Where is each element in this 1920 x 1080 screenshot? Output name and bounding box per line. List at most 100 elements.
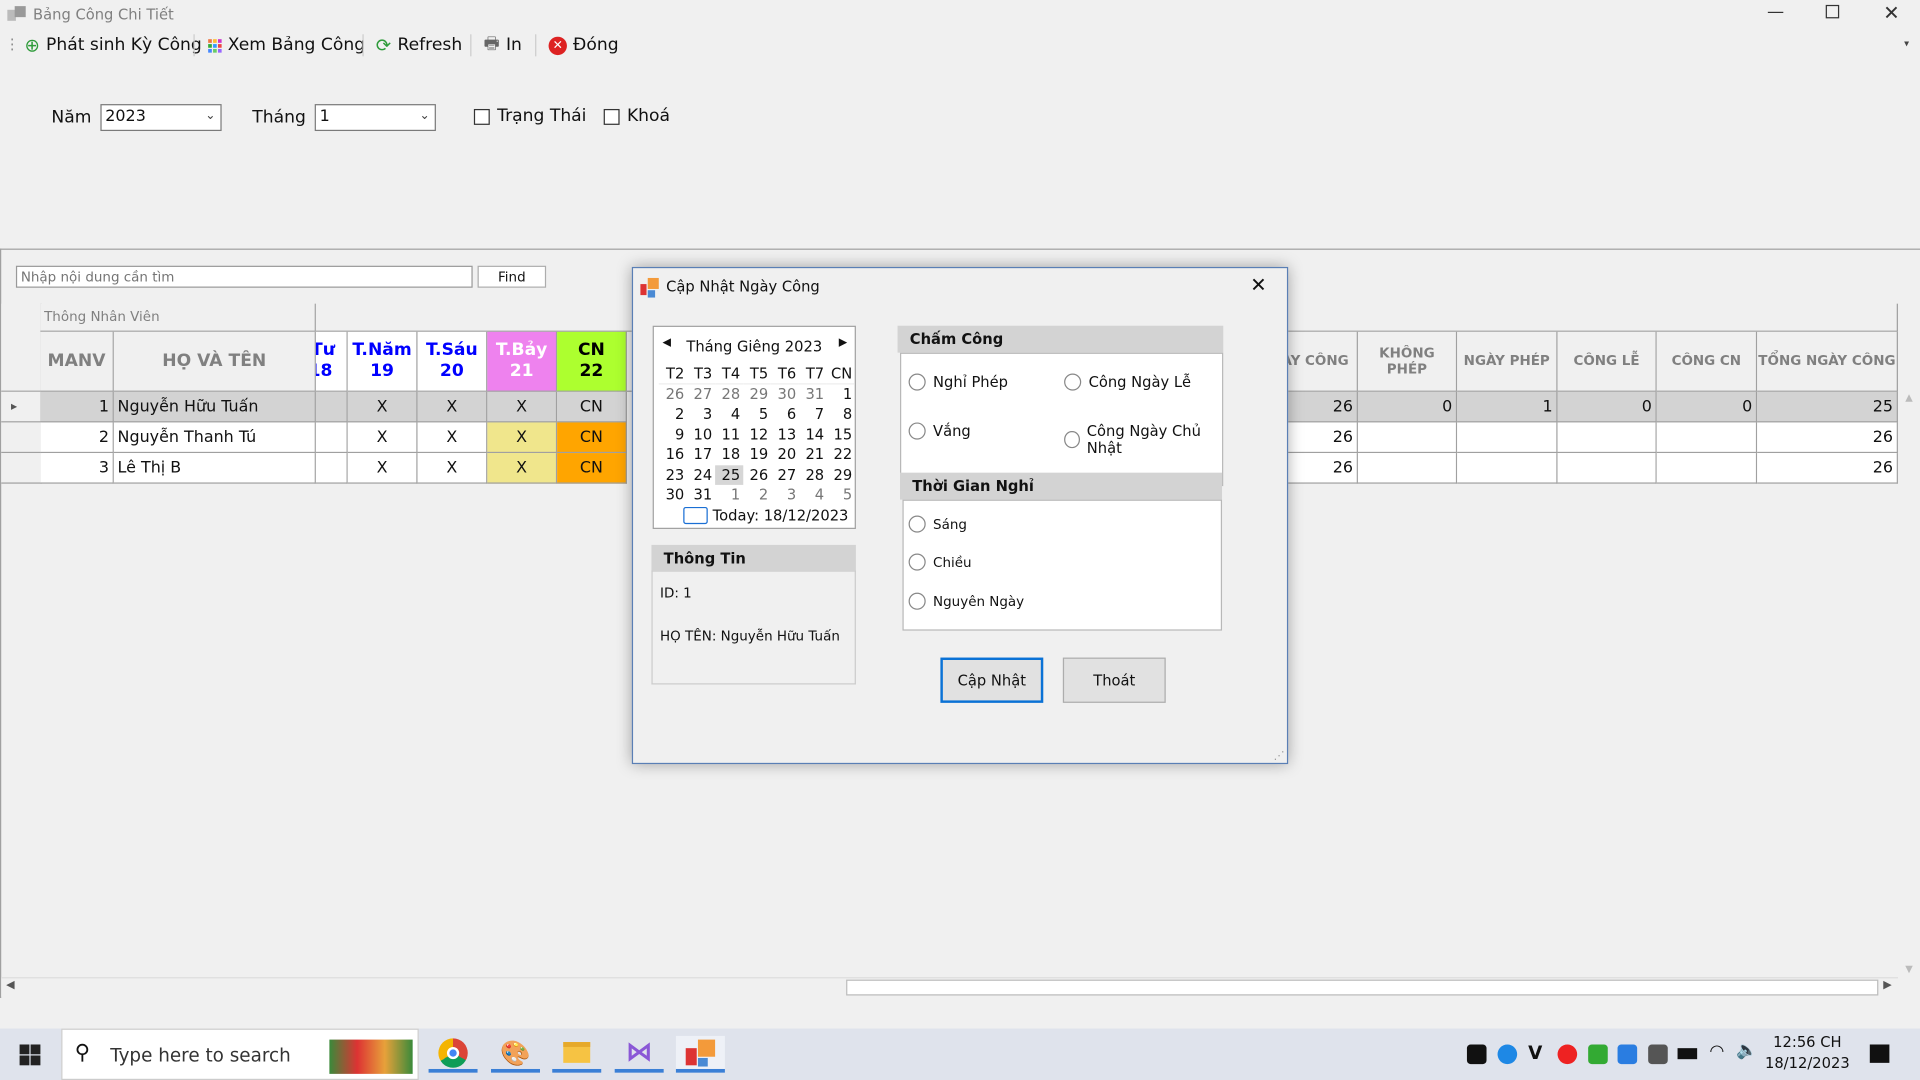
resize-grip[interactable]: ⋰	[1273, 751, 1284, 763]
nvidia-icon[interactable]	[1588, 1044, 1608, 1065]
value-cell[interactable]	[1357, 453, 1458, 484]
manv-cell[interactable]: 1	[40, 391, 114, 423]
day-column-header[interactable]: Tư18	[315, 331, 348, 392]
today-link[interactable]: Today: 18/12/2023	[713, 507, 849, 524]
manv-cell[interactable]: 2	[40, 422, 114, 454]
calendar-day[interactable]: 27	[771, 465, 799, 485]
calendar-day[interactable]: 15	[827, 424, 855, 444]
calendar-day[interactable]: 27	[687, 384, 715, 404]
calendar-day[interactable]: 16	[659, 444, 687, 464]
calendar-day[interactable]: 5	[743, 404, 771, 424]
battery-icon[interactable]	[1677, 1048, 1698, 1060]
calendar-day[interactable]: 28	[715, 384, 743, 404]
calendar-day[interactable]: 28	[799, 465, 827, 485]
calendar-day[interactable]: 14	[799, 424, 827, 444]
app-taskbar-icon[interactable]	[675, 1035, 725, 1073]
month-calendar[interactable]: ◀ Tháng Giêng 2023 ▶ T2 T3 T4 T5 T6 T7 CN 26 27 2…	[652, 325, 856, 529]
riot-icon[interactable]	[1557, 1044, 1578, 1065]
exit-button[interactable]: Thoát	[1062, 657, 1166, 703]
dialog-close-button[interactable]: ✕	[1250, 273, 1266, 296]
day-cell[interactable]: X	[347, 422, 418, 454]
calendar-day[interactable]: 1	[827, 384, 855, 404]
radio-nguyen-ngay[interactable]: Nguyên Ngày	[908, 592, 1024, 610]
radio-chieu[interactable]: Chiều	[908, 553, 972, 571]
row-header[interactable]	[1, 422, 42, 454]
calendar-day[interactable]: 8	[827, 404, 855, 424]
garena-icon[interactable]	[1466, 1044, 1487, 1065]
manv-cell[interactable]: 3	[40, 453, 114, 484]
name-cell[interactable]: Nguyễn Hữu Tuấn	[113, 391, 316, 423]
calendar-day[interactable]: 21	[799, 444, 827, 464]
calendar-day[interactable]: 29	[743, 384, 771, 404]
wifi-icon[interactable]: ◠	[1709, 1042, 1724, 1062]
visual-studio-icon[interactable]: ⋈	[614, 1036, 664, 1073]
horizontal-scrollbar[interactable]: ◀ ▶	[1, 977, 1898, 997]
calendar-day[interactable]: 3	[771, 485, 799, 505]
day-cell[interactable]: X	[487, 391, 558, 423]
column-header[interactable]: CÔNG CN	[1656, 331, 1758, 392]
calendar-day[interactable]: 26	[659, 384, 687, 404]
calendar-day[interactable]: 4	[715, 404, 743, 424]
day-column-header[interactable]: T.Năm 19	[347, 331, 418, 392]
vertical-scrollbar[interactable]: ▲ ▼	[1897, 391, 1920, 978]
toolbar-overflow-icon[interactable]: ▾	[1904, 38, 1909, 49]
month-select[interactable]: 1 ⌄	[314, 104, 436, 132]
day-cell[interactable]	[315, 422, 348, 454]
day-cell[interactable]: X	[487, 453, 558, 484]
value-cell[interactable]	[1557, 422, 1657, 454]
next-month-button[interactable]: ▶	[839, 337, 847, 349]
value-cell[interactable]	[1457, 422, 1558, 454]
day-cell[interactable]: X	[487, 422, 558, 454]
day-column-header[interactable]: T.Sáu 20	[417, 331, 488, 392]
vpn-icon[interactable]: V	[1528, 1042, 1542, 1064]
notification-icon[interactable]	[1869, 1044, 1890, 1063]
column-header[interactable]: MANV	[40, 331, 114, 392]
restore-button[interactable]	[1825, 4, 1840, 19]
lock-checkbox[interactable]	[603, 108, 620, 125]
view-timesheet-button[interactable]: Xem Bảng Công	[208, 33, 365, 57]
value-cell[interactable]: 1	[1457, 391, 1558, 423]
calendar-day[interactable]: 4	[799, 485, 827, 505]
value-cell[interactable]: 26	[1757, 422, 1898, 454]
volume-icon[interactable]: 🔈	[1736, 1041, 1757, 1061]
keyboard-icon[interactable]	[1648, 1044, 1668, 1065]
bluetooth-icon[interactable]	[1497, 1044, 1518, 1065]
radio-vang[interactable]: Vắng	[908, 422, 971, 440]
close-window-button[interactable]: ✕	[1883, 1, 1899, 24]
status-checkbox[interactable]	[473, 108, 490, 125]
calendar-day[interactable]: 22	[827, 444, 855, 464]
calendar-day[interactable]: 30	[771, 384, 799, 404]
value-cell[interactable]: 0	[1357, 391, 1458, 423]
column-header[interactable]: NGÀY PHÉP	[1457, 331, 1558, 392]
day-column-header[interactable]: CN 22	[557, 331, 627, 392]
row-header[interactable]: ▸	[1, 391, 42, 423]
calendar-day[interactable]: 25	[714, 464, 743, 485]
calendar-day[interactable]: 23	[659, 465, 687, 485]
value-cell[interactable]: 0	[1557, 391, 1657, 423]
day-cell[interactable]	[315, 391, 348, 423]
calendar-day[interactable]: 13	[771, 424, 799, 444]
day-cell[interactable]: X	[417, 422, 488, 454]
calendar-day[interactable]: 26	[743, 465, 771, 485]
calendar-day[interactable]: 6	[771, 404, 799, 424]
column-header[interactable]: TỔNG NGÀY CÔNG	[1757, 331, 1898, 392]
calendar-day[interactable]: 12	[743, 424, 771, 444]
refresh-button[interactable]: ⟳ Refresh	[376, 33, 462, 57]
calendar-day[interactable]: 9	[659, 424, 687, 444]
calendar-day[interactable]: 29	[827, 465, 855, 485]
calendar-day[interactable]: 31	[687, 485, 715, 505]
day-cell[interactable]: CN	[557, 422, 627, 454]
day-cell[interactable]: X	[347, 453, 418, 484]
name-cell[interactable]: Lê Thị B	[113, 453, 316, 484]
calendar-day[interactable]: 19	[743, 444, 771, 464]
calendar-day[interactable]: 2	[659, 404, 687, 424]
row-header[interactable]	[1, 453, 42, 484]
value-cell[interactable]: 0	[1656, 391, 1758, 423]
day-cell[interactable]: CN	[557, 391, 627, 423]
calendar-day[interactable]: 17	[687, 444, 715, 464]
name-cell[interactable]: Nguyễn Thanh Tú	[113, 422, 316, 454]
value-cell[interactable]: 26	[1757, 453, 1898, 484]
calendar-day[interactable]: 1	[715, 485, 743, 505]
radio-sang[interactable]: Sáng	[908, 515, 967, 533]
value-cell[interactable]: 25	[1757, 391, 1898, 423]
